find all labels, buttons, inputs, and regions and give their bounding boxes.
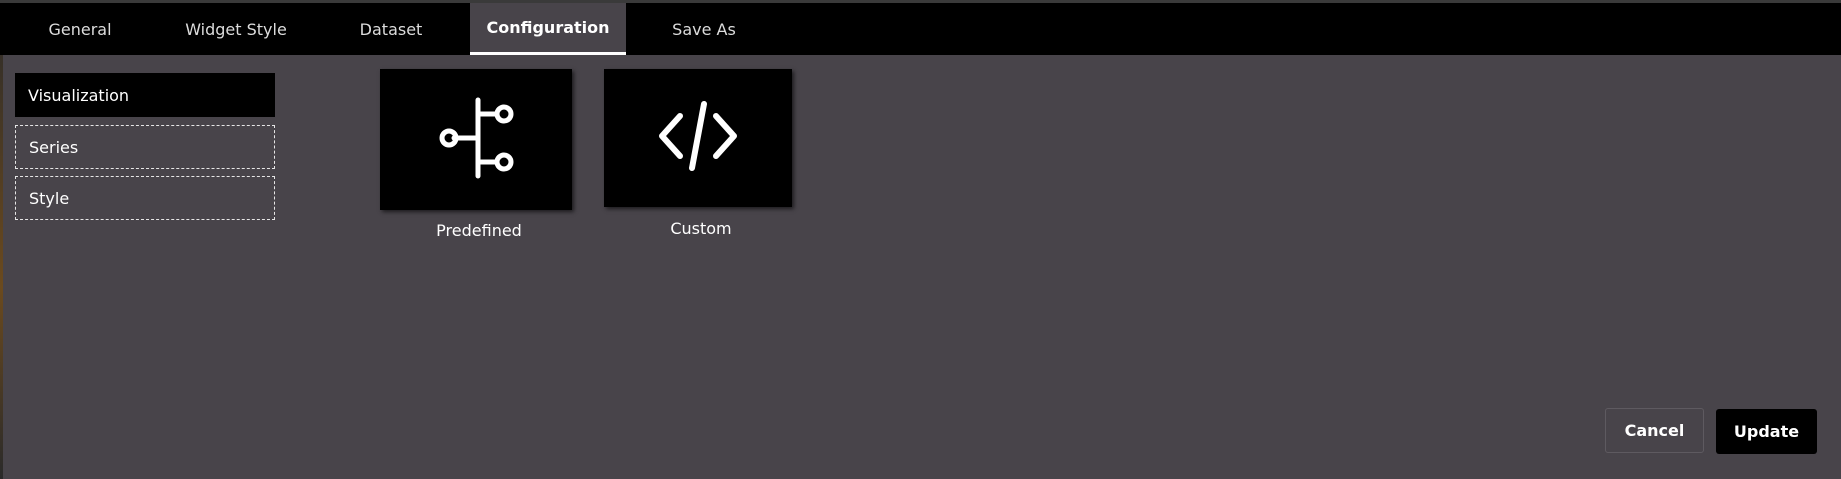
tab-general[interactable]: General bbox=[18, 3, 142, 55]
sidebar-item-label: Style bbox=[29, 188, 70, 208]
update-button-label: Update bbox=[1733, 422, 1800, 441]
tab-widget-style-label: Widget Style bbox=[185, 19, 287, 39]
option-predefined-label: Predefined bbox=[436, 221, 522, 240]
cancel-button[interactable]: Cancel bbox=[1605, 408, 1704, 453]
sidebar-item-label: Series bbox=[29, 137, 79, 157]
window-edge bbox=[0, 0, 3, 479]
update-button[interactable]: Update bbox=[1716, 409, 1817, 454]
tab-general-label: General bbox=[48, 19, 112, 39]
option-predefined-card[interactable] bbox=[380, 69, 572, 210]
branch-icon bbox=[426, 88, 526, 192]
tab-dataset[interactable]: Dataset bbox=[333, 3, 449, 55]
sidebar-item-label: Visualization bbox=[28, 85, 130, 105]
tab-configuration[interactable]: Configuration bbox=[470, 3, 626, 55]
option-custom-card[interactable] bbox=[604, 69, 792, 207]
cancel-button-label: Cancel bbox=[1624, 421, 1685, 440]
option-custom-label: Custom bbox=[670, 219, 732, 238]
sidebar-item-visualization[interactable]: Visualization bbox=[15, 73, 275, 117]
code-icon bbox=[648, 86, 748, 190]
tab-dataset-label: Dataset bbox=[359, 19, 423, 39]
sidebar-item-series[interactable]: Series bbox=[15, 125, 275, 169]
sidebar-item-style[interactable]: Style bbox=[15, 176, 275, 220]
tab-save-as[interactable]: Save As bbox=[648, 3, 760, 55]
tab-save-as-label: Save As bbox=[672, 19, 736, 39]
tab-bar: General Widget Style Dataset Configurati… bbox=[0, 0, 1841, 55]
tab-configuration-label: Configuration bbox=[486, 18, 610, 37]
tab-widget-style[interactable]: Widget Style bbox=[163, 3, 309, 55]
